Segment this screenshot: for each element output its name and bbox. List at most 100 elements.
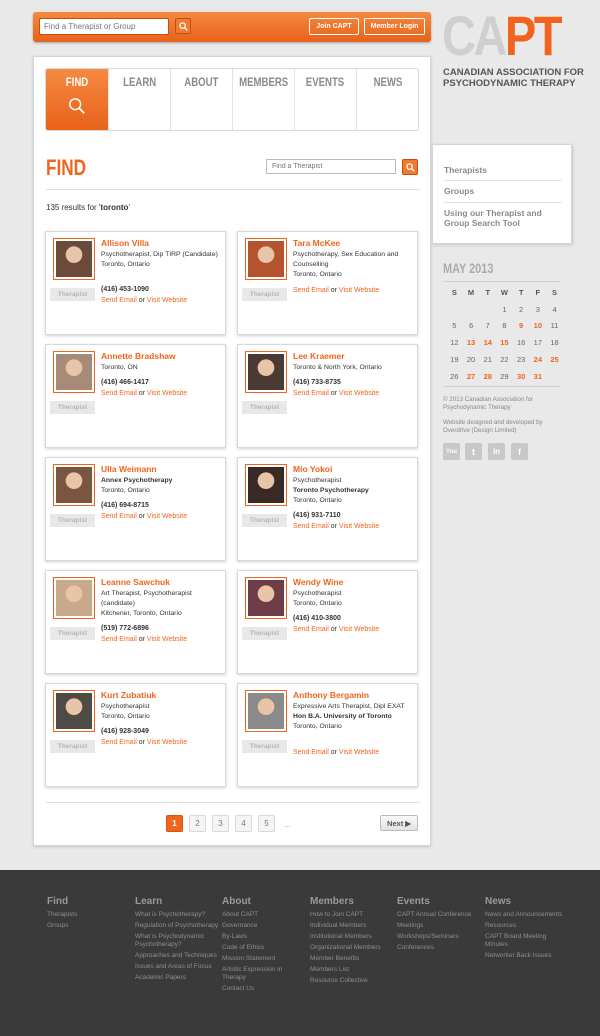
therapist-photo[interactable] <box>245 238 287 280</box>
visit-website-link[interactable]: Visit Website <box>339 287 379 294</box>
footer-link[interactable]: Academic Papers <box>135 974 220 982</box>
youtube-icon[interactable]: You <box>443 443 460 460</box>
footer-link[interactable]: Resource Collective <box>310 977 395 985</box>
footer-link[interactable]: News and Announcements <box>485 911 570 919</box>
footer-heading[interactable]: Find <box>47 896 132 907</box>
visit-website-link[interactable]: Visit Website <box>147 297 187 304</box>
footer-link[interactable]: Conferences <box>397 944 482 952</box>
therapist-name[interactable]: Allison Villa <box>101 238 149 248</box>
therapist-search-input[interactable] <box>266 159 396 174</box>
page-4-button[interactable]: 4 <box>235 815 252 832</box>
calendar-event-day[interactable]: 25 <box>546 355 563 364</box>
footer-link[interactable]: By-Laws <box>222 933 307 941</box>
footer-link[interactable]: About CAPT <box>222 911 307 919</box>
footer-link[interactable]: Therapists <box>47 911 132 919</box>
footer-heading[interactable]: Members <box>310 896 395 907</box>
footer-link[interactable]: Artistic Expression in Therapy <box>222 966 307 982</box>
send-email-link[interactable]: Send Email <box>293 523 329 530</box>
calendar-event-day[interactable]: 13 <box>463 338 480 347</box>
page-3-button[interactable]: 3 <box>212 815 229 832</box>
calendar-event-day[interactable]: 24 <box>530 355 547 364</box>
therapist-name[interactable]: Anthony Bergamin <box>293 690 369 700</box>
tab-about[interactable]: ABOUT <box>170 69 232 130</box>
footer-heading[interactable]: About <box>222 896 307 907</box>
footer-link[interactable]: Individual Members <box>310 922 395 930</box>
calendar-event-day[interactable]: 14 <box>479 338 496 347</box>
footer-link[interactable]: Members List <box>310 966 395 974</box>
side-menu-groups[interactable]: Groups <box>444 186 564 196</box>
footer-link[interactable]: Organizational Members <box>310 944 395 952</box>
therapist-name[interactable]: Leanne Sawchuk <box>101 577 170 587</box>
calendar-event-day[interactable]: 31 <box>530 372 547 381</box>
therapist-photo[interactable] <box>53 238 95 280</box>
top-search-input[interactable] <box>39 18 169 35</box>
therapist-name[interactable]: Lee Kraemer <box>293 351 345 361</box>
send-email-link[interactable]: Send Email <box>293 287 329 294</box>
therapist-search-button[interactable] <box>402 159 418 175</box>
visit-website-link[interactable]: Visit Website <box>339 390 379 397</box>
send-email-link[interactable]: Send Email <box>293 626 329 633</box>
side-menu-search-tool[interactable]: Using our Therapist and Group Search Too… <box>444 208 564 228</box>
calendar-event-day[interactable]: 9 <box>513 321 530 330</box>
visit-website-link[interactable]: Visit Website <box>147 636 187 643</box>
therapist-photo[interactable] <box>53 464 95 506</box>
therapist-name[interactable]: Wendy Wine <box>293 577 343 587</box>
tab-members[interactable]: MEMBERS <box>232 69 294 130</box>
calendar-event-day[interactable]: 15 <box>496 338 513 347</box>
tab-find[interactable]: FIND <box>46 69 108 130</box>
calendar-event-day[interactable]: 28 <box>479 372 496 381</box>
footer-link[interactable]: How to Join CAPT <box>310 911 395 919</box>
footer-heading[interactable]: Learn <box>135 896 220 907</box>
send-email-link[interactable]: Send Email <box>101 513 137 520</box>
therapist-name[interactable]: Annette Bradshaw <box>101 351 176 361</box>
therapist-photo[interactable] <box>245 690 287 732</box>
footer-link[interactable]: Governance <box>222 922 307 930</box>
member-login-button[interactable]: Member Login <box>364 18 425 35</box>
top-search-button[interactable] <box>175 18 191 34</box>
therapist-photo[interactable] <box>245 464 287 506</box>
therapist-photo[interactable] <box>245 351 287 393</box>
therapist-name[interactable]: Ulla Weimann <box>101 464 157 474</box>
tab-events[interactable]: EVENTS <box>294 69 356 130</box>
send-email-link[interactable]: Send Email <box>101 739 137 746</box>
capt-logo[interactable]: CAPT <box>442 8 562 64</box>
footer-link[interactable]: Meetings <box>397 922 482 930</box>
footer-link[interactable]: What is Psychotherapy? <box>135 911 220 919</box>
footer-heading[interactable]: Events <box>397 896 482 907</box>
footer-link[interactable]: Institutional Members <box>310 933 395 941</box>
page-5-button[interactable]: 5 <box>258 815 275 832</box>
footer-link[interactable]: Code of Ethics <box>222 944 307 952</box>
visit-website-link[interactable]: Visit Website <box>339 749 379 756</box>
tab-learn[interactable]: LEARN <box>108 69 170 130</box>
send-email-link[interactable]: Send Email <box>101 390 137 397</box>
visit-website-link[interactable]: Visit Website <box>339 626 379 633</box>
therapist-name[interactable]: Tara McKee <box>293 238 340 248</box>
footer-link[interactable]: CAPT Annual Conference <box>397 911 482 919</box>
therapist-photo[interactable] <box>53 577 95 619</box>
next-page-button[interactable]: Next ▶ <box>380 815 418 831</box>
send-email-link[interactable]: Send Email <box>293 390 329 397</box>
visit-website-link[interactable]: Visit Website <box>147 739 187 746</box>
footer-link[interactable]: Member Benefits <box>310 955 395 963</box>
linkedin-icon[interactable]: in <box>488 443 505 460</box>
footer-link[interactable]: Networker Back Issues <box>485 952 570 960</box>
footer-link[interactable]: Groups <box>47 922 132 930</box>
send-email-link[interactable]: Send Email <box>293 749 329 756</box>
join-capt-button[interactable]: Join CAPT <box>309 18 359 35</box>
visit-website-link[interactable]: Visit Website <box>147 390 187 397</box>
footer-link[interactable]: Workshops/Seminars <box>397 933 482 941</box>
footer-link[interactable]: Approaches and Techniques <box>135 952 220 960</box>
footer-link[interactable]: What is Psychodynamic Psychotherapy? <box>135 933 220 949</box>
therapist-photo[interactable] <box>245 577 287 619</box>
footer-link[interactable]: Issues and Areas of Focus <box>135 963 220 971</box>
visit-website-link[interactable]: Visit Website <box>147 513 187 520</box>
therapist-photo[interactable] <box>53 351 95 393</box>
calendar-event-day[interactable]: 10 <box>530 321 547 330</box>
send-email-link[interactable]: Send Email <box>101 636 137 643</box>
footer-link[interactable]: Mission Statement <box>222 955 307 963</box>
side-menu-therapists[interactable]: Therapists <box>444 165 564 175</box>
footer-heading[interactable]: News <box>485 896 570 907</box>
tab-news[interactable]: NEWS <box>356 69 419 130</box>
send-email-link[interactable]: Send Email <box>101 297 137 304</box>
therapist-name[interactable]: Mio Yokoi <box>293 464 332 474</box>
